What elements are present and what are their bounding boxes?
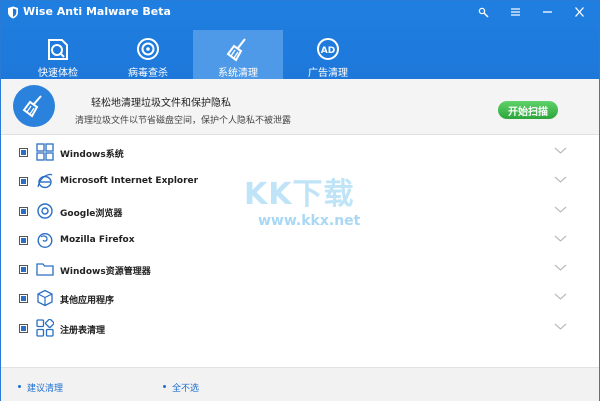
- chevron-down-icon[interactable]: [554, 292, 567, 302]
- chrome-icon: [37, 202, 53, 219]
- hero-broom-icon: [13, 85, 55, 127]
- checkup-icon: [48, 39, 68, 60]
- minimize-button[interactable]: [533, 4, 561, 20]
- chevron-down-icon[interactable]: [554, 146, 567, 156]
- select-none-link[interactable]: 全不选: [172, 381, 199, 394]
- list-item[interactable]: Windows资源管理器: [1, 255, 599, 284]
- ie-icon: [37, 174, 53, 189]
- tab-quick-checkup[interactable]: 快速体检: [13, 30, 103, 79]
- tab-virus-scan[interactable]: 病毒查杀: [103, 30, 193, 79]
- recommend-clean-link[interactable]: 建议清理: [27, 381, 63, 394]
- list-item[interactable]: 注册表清理: [1, 314, 599, 343]
- watermark-logo: KK下载: [244, 177, 355, 212]
- item-label: 其他应用程序: [60, 296, 115, 307]
- chevron-down-icon[interactable]: [554, 205, 567, 215]
- ad-block-icon: AD: [317, 38, 339, 60]
- watermark-url: www.kkx.net: [258, 213, 361, 229]
- tab-label: 病毒查杀: [128, 68, 168, 79]
- top-toolbar: Wise Anti Malware Beta 快速体检 病毒查杀 系统清理 AD…: [1, 1, 599, 79]
- item-label: Windows系统: [60, 150, 124, 160]
- wrench-icon: [478, 7, 489, 18]
- close-icon: [574, 7, 584, 17]
- clean-header-panel: 轻松地清理垃圾文件和保护隐私 清理垃圾文件以节省磁盘空间，保护个人隐私不被泄露 …: [1, 79, 599, 135]
- menu-icon: [510, 8, 520, 16]
- start-scan-button[interactable]: 开始扫描: [498, 101, 558, 119]
- item-checkbox[interactable]: [19, 177, 28, 187]
- windows-icon: [36, 143, 54, 161]
- tab-system-clean[interactable]: 系统清理: [193, 30, 283, 79]
- svg-text:AD: AD: [321, 46, 335, 56]
- item-label: Google浏览器: [60, 208, 123, 219]
- bullet-dot: [163, 385, 166, 388]
- title-bar: Wise Anti Malware Beta: [1, 1, 599, 23]
- item-checkbox[interactable]: [19, 294, 28, 304]
- tab-ad-clean[interactable]: AD 广告清理: [283, 30, 373, 79]
- chevron-down-icon[interactable]: [554, 234, 567, 244]
- registry-icon: [36, 318, 54, 337]
- menu-button[interactable]: [501, 4, 529, 20]
- app-title: Wise Anti Malware Beta: [23, 5, 171, 18]
- main-tabs: 快速体检 病毒查杀 系统清理 AD 广告清理: [1, 30, 373, 79]
- item-label: Mozilla Firefox: [60, 234, 135, 245]
- footer-bar: 建议清理 全不选: [1, 367, 599, 401]
- item-label: 注册表清理: [60, 325, 106, 336]
- broom-icon: [226, 38, 246, 62]
- chevron-down-icon[interactable]: [554, 175, 567, 185]
- box-icon: [37, 290, 53, 307]
- chevron-down-icon[interactable]: [554, 322, 567, 332]
- tab-label: 广告清理: [308, 68, 348, 79]
- hero-subtitle: 清理垃圾文件以节省磁盘空间，保护个人隐私不被泄露: [75, 116, 292, 126]
- item-checkbox[interactable]: [19, 323, 28, 333]
- app-shield-icon: [8, 6, 18, 19]
- list-item[interactable]: 其他应用程序: [1, 284, 599, 313]
- item-checkbox[interactable]: [19, 235, 28, 245]
- list-item[interactable]: Windows系统: [1, 138, 599, 167]
- item-label: Windows资源管理器: [60, 267, 151, 278]
- item-checkbox[interactable]: [19, 148, 28, 157]
- virus-scan-icon: [137, 38, 159, 60]
- bullet-dot: [18, 385, 21, 388]
- firefox-icon: [37, 232, 53, 248]
- feedback-button[interactable]: [469, 4, 497, 20]
- folder-icon: [36, 263, 54, 276]
- hero-title: 轻松地清理垃圾文件和保护隐私: [91, 98, 231, 109]
- tab-label: 快速体检: [38, 68, 78, 79]
- minimize-icon: [542, 11, 552, 13]
- item-checkbox[interactable]: [19, 206, 28, 216]
- watermark: KK下载 www.kkx.net: [206, 169, 376, 241]
- tab-label: 系统清理: [218, 68, 258, 79]
- app-window: Wise Anti Malware Beta 快速体检 病毒查杀 系统清理 AD…: [0, 0, 600, 401]
- chevron-down-icon[interactable]: [554, 263, 567, 273]
- item-label: Microsoft Internet Explorer: [60, 176, 199, 187]
- close-button[interactable]: [565, 4, 593, 20]
- window-controls: [469, 4, 593, 20]
- item-checkbox[interactable]: [19, 265, 28, 275]
